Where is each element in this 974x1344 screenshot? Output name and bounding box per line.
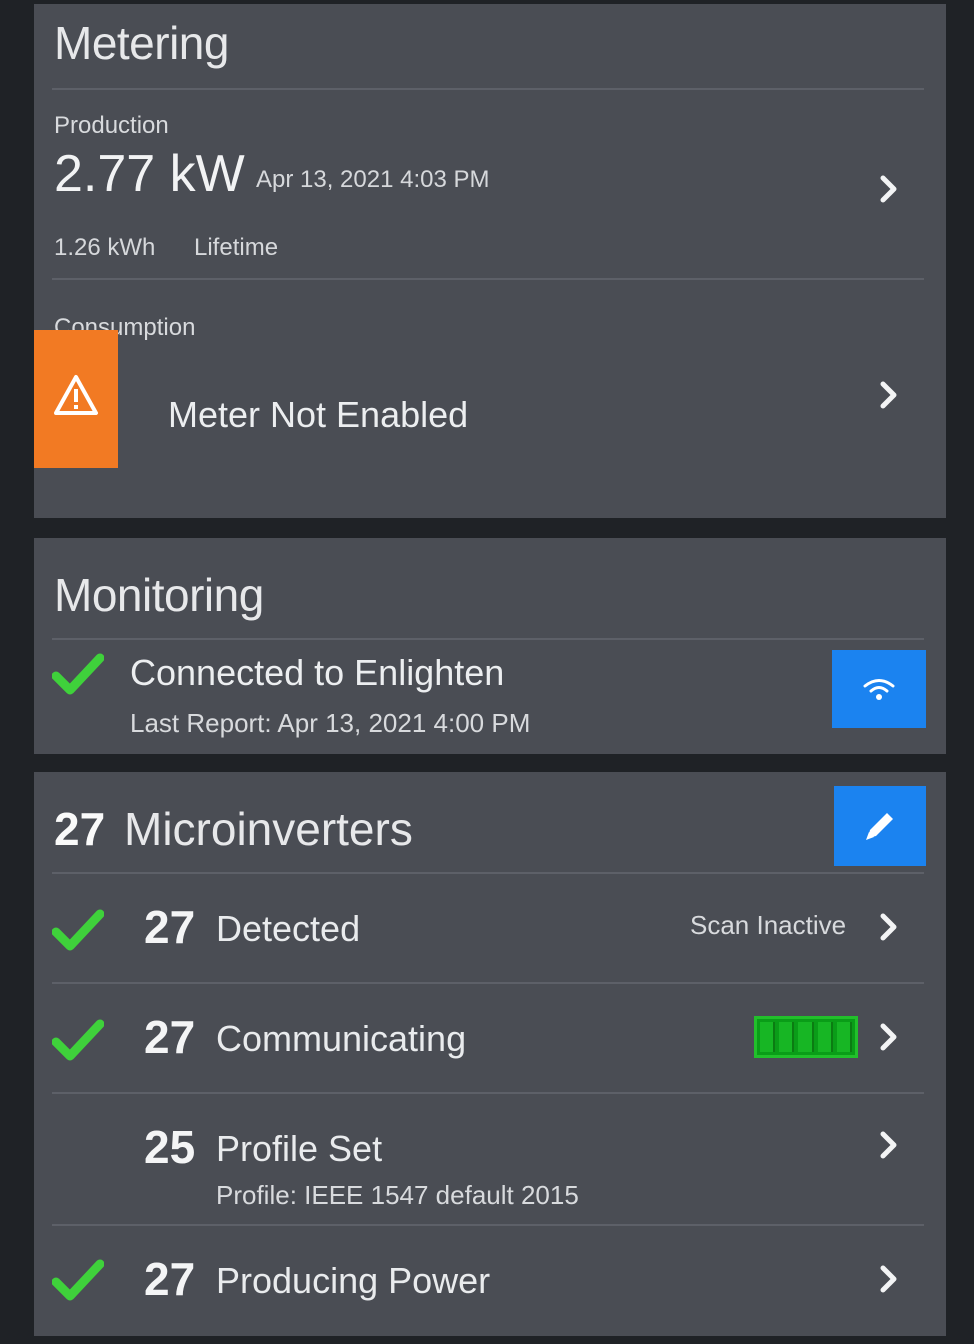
- lifetime-value: 1.26 kWh: [54, 234, 156, 261]
- chevron-right-icon[interactable]: [872, 910, 906, 944]
- microinverters-panel: 27 Microinverters 27 Detected Scan Inact…: [34, 772, 946, 1336]
- profile-detail: Profile: IEEE 1547 default 2015: [216, 1180, 579, 1210]
- scan-status: Scan Inactive: [690, 910, 847, 940]
- warning-triangle-icon: [54, 375, 98, 415]
- connection-status: Connected to Enlighten: [130, 652, 505, 693]
- divider: [52, 1224, 924, 1226]
- pencil-icon: [866, 813, 893, 840]
- profile-set-count: 25: [144, 1121, 196, 1173]
- monitoring-title: Monitoring: [54, 569, 264, 621]
- metering-panel: Metering Production 2.77 kW Apr 13, 2021…: [34, 4, 946, 518]
- signal-segment: [836, 1022, 853, 1052]
- divider: [52, 638, 924, 640]
- checkmark-icon: [52, 1019, 104, 1061]
- divider: [52, 982, 924, 984]
- chevron-right-icon[interactable]: [872, 1020, 906, 1054]
- checkmark-icon: [52, 653, 104, 695]
- communicating-label: Communicating: [216, 1018, 467, 1059]
- chevron-right-icon[interactable]: [872, 378, 906, 412]
- chevron-right-icon[interactable]: [872, 1128, 906, 1162]
- signal-strength-bar: [754, 1016, 858, 1058]
- signal-segment: [779, 1022, 795, 1052]
- divider: [52, 278, 924, 280]
- production-label: Production: [54, 112, 169, 139]
- chevron-right-icon[interactable]: [872, 1262, 906, 1296]
- signal-segment: [798, 1022, 814, 1052]
- detected-label: Detected: [216, 908, 361, 949]
- wifi-icon: [863, 679, 895, 700]
- last-report: Last Report: Apr 13, 2021 4:00 PM: [130, 708, 531, 738]
- monitoring-panel: Monitoring Connected to Enlighten Last R…: [34, 538, 946, 754]
- producing-power-label: Producing Power: [216, 1260, 491, 1301]
- microinverters-title: Microinverters: [124, 803, 413, 855]
- signal-segment: [760, 1022, 776, 1052]
- meter-status-text: Meter Not Enabled: [168, 394, 469, 435]
- warning-badge: [34, 330, 118, 468]
- divider: [52, 88, 924, 90]
- detected-count: 27: [144, 901, 196, 953]
- chevron-right-icon[interactable]: [872, 172, 906, 206]
- lifetime-label: Lifetime: [194, 234, 279, 261]
- edit-button[interactable]: [834, 786, 926, 866]
- metering-title: Metering: [54, 17, 229, 69]
- divider: [52, 1092, 924, 1094]
- profile-set-label: Profile Set: [216, 1128, 383, 1169]
- production-timestamp: Apr 13, 2021 4:03 PM: [256, 166, 490, 193]
- producing-power-count: 27: [144, 1253, 196, 1305]
- divider: [52, 872, 924, 874]
- checkmark-icon: [52, 1259, 104, 1301]
- checkmark-icon: [52, 909, 104, 951]
- communicating-count: 27: [144, 1011, 196, 1063]
- production-value: 2.77 kW: [54, 145, 245, 203]
- signal-segment: [817, 1022, 833, 1052]
- wifi-button[interactable]: [832, 650, 926, 728]
- microinverter-count: 27: [54, 803, 106, 855]
